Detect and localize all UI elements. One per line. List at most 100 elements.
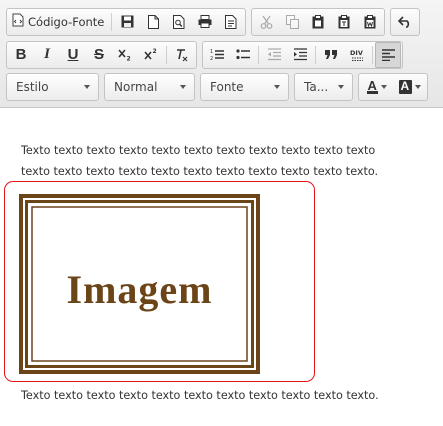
format-combo[interactable]: Normal (104, 72, 195, 101)
chevron-down-icon (338, 84, 344, 89)
framed-image-graphic: Imagem (19, 194, 260, 374)
chevron-down-icon (380, 84, 387, 89)
div-container-icon: DIV (350, 48, 365, 62)
toolbar-separator (372, 45, 373, 64)
text-color-swatch (366, 91, 378, 94)
indent-button[interactable] (287, 42, 313, 68)
align-left-icon (381, 48, 395, 61)
paste-word-icon (364, 14, 376, 29)
paste-text-icon (338, 14, 350, 29)
chevron-down-icon (274, 84, 280, 89)
superscript-button[interactable]: 2 (138, 42, 164, 68)
paste-text-button[interactable] (331, 9, 357, 35)
copy-button[interactable] (279, 9, 305, 35)
print-button[interactable] (192, 9, 218, 35)
source-button-label: Código-Fonte (28, 14, 105, 29)
subscript-icon: 2 (118, 48, 132, 61)
chevron-down-icon (84, 84, 90, 89)
paragraph-2[interactable]: Texto texto texto texto texto texto text… (21, 385, 379, 406)
align-left-button[interactable] (375, 41, 401, 68)
new-page-button[interactable] (140, 9, 166, 35)
font-combo[interactable]: Fonte (200, 72, 289, 101)
text-color-button[interactable]: A (360, 74, 393, 100)
toolbar-group-basic-styles: B I U S 2 2 (6, 40, 197, 69)
svg-text:2: 2 (127, 56, 131, 62)
toolbar-separator (111, 12, 113, 31)
numbered-list-button[interactable]: 12 (204, 42, 230, 68)
remove-format-button[interactable] (169, 42, 195, 68)
outdent-button[interactable] (261, 42, 287, 68)
superscript-icon: 2 (144, 48, 158, 61)
toolbar-group-colors: A A (358, 72, 428, 101)
style-combo[interactable]: Estilo (6, 72, 99, 101)
bulleted-list-button[interactable] (230, 42, 256, 68)
cut-button[interactable] (253, 9, 279, 35)
save-button[interactable] (114, 9, 140, 35)
italic-button[interactable]: I (34, 42, 60, 68)
underline-icon: U (67, 46, 79, 63)
toolbar-separator (166, 45, 167, 64)
bold-button[interactable]: B (8, 42, 34, 68)
font-combo-label: Fonte (210, 79, 244, 94)
undo-button[interactable] (392, 9, 418, 35)
paste-button[interactable] (305, 9, 331, 35)
subscript-button[interactable]: 2 (112, 42, 138, 68)
editor-toolbar: Código-Fonte B I U S 2 2 1 2 DIV Estilo … (0, 0, 443, 108)
text-color-icon: A (366, 78, 378, 94)
blockquote-icon (324, 49, 338, 60)
image-caption-text: Imagem (67, 267, 213, 312)
font-size-combo-label: Ta... (304, 79, 329, 94)
remove-format-icon (175, 48, 189, 62)
style-combo-label: Estilo (16, 79, 49, 94)
div-container-button[interactable]: DIV (344, 42, 370, 68)
chevron-down-icon (414, 84, 421, 89)
bold-icon: B (15, 46, 27, 63)
templates-button[interactable] (218, 9, 244, 35)
svg-text:1: 1 (210, 49, 213, 55)
templates-icon (225, 14, 237, 29)
toolbar-group-clipboard (251, 7, 386, 36)
toolbar-row-2: B I U S 2 2 12 DIV (6, 40, 408, 69)
paste-icon (312, 14, 324, 29)
format-combo-label: Normal (114, 79, 158, 94)
toolbar-group-undo (390, 7, 421, 36)
source-button[interactable]: Código-Fonte (8, 9, 109, 35)
paste-word-button[interactable] (357, 9, 383, 35)
toolbar-row-1: Código-Fonte (6, 7, 425, 36)
outdent-icon (267, 48, 281, 61)
svg-text:2: 2 (153, 48, 157, 55)
blockquote-button[interactable] (318, 42, 344, 68)
background-color-letter: A (400, 78, 410, 93)
embedded-image[interactable]: Imagem (19, 194, 260, 374)
background-color-button[interactable]: A (393, 74, 426, 100)
paragraph-1[interactable]: Texto texto texto texto texto texto text… (21, 140, 378, 182)
undo-icon (398, 15, 412, 28)
toolbar-row-3: Estilo Normal Fonte Ta... A A (6, 72, 433, 101)
source-icon (12, 13, 24, 30)
paragraph-1-line-1: Texto texto texto texto texto texto text… (21, 144, 376, 157)
toolbar-group-paragraph: 12 DIV (202, 40, 403, 69)
italic-icon: I (44, 46, 50, 62)
svg-text:2: 2 (210, 56, 213, 61)
strikethrough-button[interactable]: S (86, 42, 112, 68)
underline-button[interactable]: U (60, 42, 86, 68)
toolbar-separator (315, 45, 316, 64)
print-icon (198, 15, 212, 28)
preview-icon (173, 14, 185, 29)
editor-content-area[interactable]: Texto texto texto texto texto texto text… (0, 109, 443, 426)
toolbar-separator (258, 45, 259, 64)
new-page-icon (147, 14, 159, 29)
numbered-list-icon: 12 (210, 48, 224, 61)
save-icon (121, 15, 134, 28)
paragraph-1-line-2: texto texto texto texto texto texto text… (21, 165, 379, 178)
font-size-combo[interactable]: Ta... (294, 72, 353, 101)
background-color-icon: A (398, 78, 412, 94)
strikethrough-icon: S (93, 46, 104, 63)
copy-icon (285, 14, 299, 29)
cut-icon (260, 15, 273, 29)
indent-icon (293, 48, 307, 61)
toolbar-group-document: Código-Fonte (6, 7, 247, 36)
preview-button[interactable] (166, 9, 192, 35)
chevron-down-icon (180, 84, 186, 89)
bulleted-list-icon (236, 48, 250, 61)
